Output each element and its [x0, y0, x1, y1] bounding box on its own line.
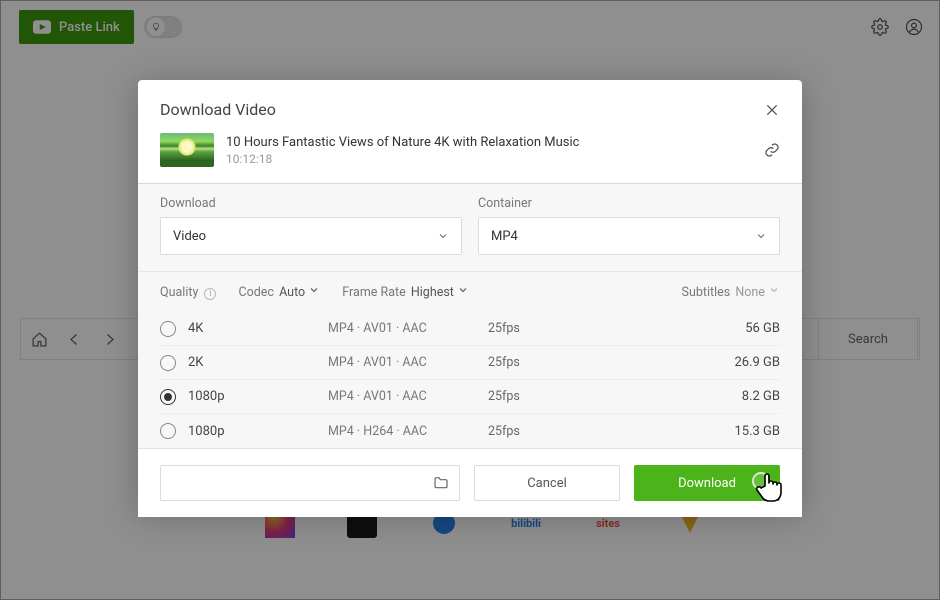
copy-link-icon[interactable] [764, 142, 780, 158]
download-video-modal: Download Video 10 Hours Fantastic Views … [138, 80, 802, 512]
video-duration: 10:12:18 [226, 152, 752, 166]
download-type-label: Download [160, 196, 462, 211]
codec-filter[interactable]: Codec Auto [238, 284, 320, 300]
framerate-filter[interactable]: Frame Rate Highest [342, 284, 469, 300]
quality-option-row[interactable]: 1080p MP4 · H264 · AAC 25fps 15.3 GB [160, 414, 780, 448]
destination-folder-input[interactable] [160, 465, 460, 501]
video-title: 10 Hours Fantastic Views of Nature 4K wi… [226, 135, 752, 150]
quality-filter-label: Quality [160, 285, 198, 300]
cursor-hand-icon [755, 470, 785, 504]
option-codec: MP4 · AV01 · AAC [328, 321, 488, 336]
info-icon[interactable]: i [204, 288, 216, 300]
option-size: 26.9 GB [608, 355, 780, 370]
option-fps: 25fps [488, 321, 608, 336]
radio-button[interactable] [160, 389, 176, 405]
option-fps: 25fps [488, 424, 608, 439]
quality-option-row[interactable]: 1080p MP4 · AV01 · AAC 25fps 8.2 GB [160, 380, 780, 414]
option-quality: 4K [188, 321, 328, 336]
option-codec: MP4 · AV01 · AAC [328, 355, 488, 370]
option-fps: 25fps [488, 389, 608, 404]
option-quality: 1080p [188, 389, 328, 404]
video-thumbnail [160, 133, 214, 167]
download-type-select[interactable]: Video [160, 217, 462, 255]
option-codec: MP4 · AV01 · AAC [328, 389, 488, 404]
option-fps: 25fps [488, 355, 608, 370]
chevron-down-icon [437, 230, 449, 242]
option-size: 8.2 GB [608, 389, 780, 404]
folder-icon [433, 475, 449, 491]
modal-title: Download Video [160, 100, 276, 119]
option-size: 15.3 GB [608, 424, 780, 439]
cancel-button[interactable]: Cancel [474, 465, 620, 501]
container-label: Container [478, 196, 780, 211]
option-quality: 2K [188, 355, 328, 370]
radio-button[interactable] [160, 423, 176, 439]
option-size: 56 GB [608, 321, 780, 336]
radio-button[interactable] [160, 321, 176, 337]
chevron-down-icon [755, 230, 767, 242]
radio-button[interactable] [160, 355, 176, 371]
container-select[interactable]: MP4 [478, 217, 780, 255]
close-icon[interactable] [764, 102, 780, 118]
option-quality: 1080p [188, 424, 328, 439]
subtitles-filter[interactable]: Subtitles None [682, 284, 780, 300]
quality-option-row[interactable]: 2K MP4 · AV01 · AAC 25fps 26.9 GB [160, 346, 780, 380]
option-codec: MP4 · H264 · AAC [328, 424, 488, 439]
quality-option-row[interactable]: 4K MP4 · AV01 · AAC 25fps 56 GB [160, 312, 780, 346]
